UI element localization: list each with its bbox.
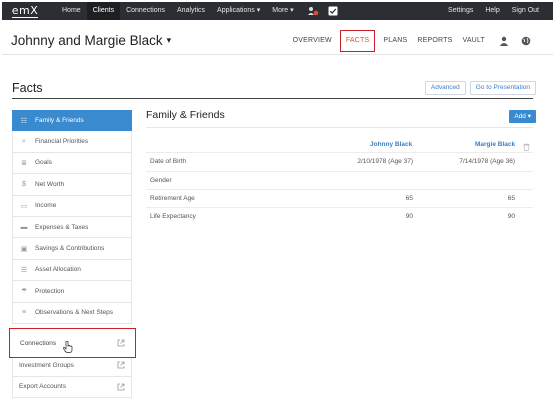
user-menu: Settings Help Sign Out: [442, 2, 553, 20]
globe-icon[interactable]: [518, 33, 534, 49]
external-link-icon: [117, 339, 125, 347]
tab-reports[interactable]: REPORTS: [412, 31, 457, 51]
margie-value[interactable]: 7/14/1978 (Age 36): [459, 158, 515, 165]
sidebar-item-label: Net Worth: [35, 180, 65, 188]
chevron-down-icon: ▾: [166, 35, 172, 45]
section-title: Family & Friends: [146, 109, 225, 121]
main-menu: Home Clients Connections Analytics Appli…: [56, 2, 340, 20]
checkbox-icon[interactable]: [326, 4, 340, 18]
external-link-icon: [117, 361, 125, 369]
sidebar-item-savings-contributions[interactable]: ▣ Savings & Contributions: [12, 238, 132, 260]
sidebar-item-label: Protection: [35, 287, 65, 295]
table-row: Gender: [146, 171, 533, 189]
search-icon: ⌕: [22, 137, 26, 145]
tab-overview[interactable]: OVERVIEW: [288, 31, 337, 51]
tab-vault[interactable]: VAULT: [457, 31, 490, 51]
row-label: Retirement Age: [150, 195, 195, 202]
client-subnav: OVERVIEW FACTS PLANS REPORTS VAULT: [288, 30, 534, 52]
sidebar-item-label: Expenses & Taxes: [35, 223, 89, 231]
external-link-icon: [117, 383, 125, 391]
top-navbar: emX Home Clients Connections Analytics A…: [2, 2, 553, 20]
row-label: Gender: [150, 177, 172, 184]
nav-help[interactable]: Help: [479, 2, 505, 20]
savings-icon: ▣: [20, 245, 28, 253]
card-icon: ▬: [20, 223, 28, 231]
sidebar-link-investment-groups[interactable]: Investment Groups: [12, 355, 132, 377]
sidebar-item-label: Family & Friends: [35, 117, 84, 125]
sidebar-item-label: Asset Allocation: [35, 266, 81, 274]
nav-home[interactable]: Home: [56, 2, 87, 20]
row-label: Date of Birth: [150, 158, 187, 165]
table-row: Date of Birth 2/10/1978 (Age 37) 7/14/19…: [146, 152, 533, 170]
umbrella-icon: ☂: [20, 288, 28, 296]
emx-logo[interactable]: emX: [6, 2, 44, 20]
facts-actions: Advanced Go to Presentation: [424, 81, 536, 95]
sidebar-item-label: Income: [35, 202, 57, 210]
sidebar-item-financial-priorities[interactable]: ⌕ Financial Priorities: [12, 131, 132, 153]
sidebar-item-income[interactable]: ▭ Income: [12, 195, 132, 217]
tab-plans[interactable]: PLANS: [378, 31, 412, 51]
sidebar-item-label: Goals: [35, 159, 52, 167]
sidebar-link-export-accounts[interactable]: Export Accounts: [12, 376, 132, 399]
page-title: Facts: [12, 81, 43, 95]
table-row: Life Expectancy 90 90: [146, 207, 533, 225]
sidebar-item-asset-allocation[interactable]: ☰ Asset Allocation: [12, 259, 132, 282]
notifications-icon[interactable]: [306, 4, 320, 18]
client-name: Johnny and Margie Black: [11, 33, 163, 48]
go-to-presentation-button[interactable]: Go to Presentation: [469, 81, 536, 95]
margie-value[interactable]: 90: [508, 213, 515, 220]
sidebar-item-label: Observations & Next Steps: [35, 309, 114, 317]
sidebar-item-protection[interactable]: ☂ Protection: [12, 281, 132, 303]
column-header-margie[interactable]: Margie Black: [475, 141, 515, 148]
sidebar-item-observations[interactable]: ≡ Observations & Next Steps: [12, 302, 132, 324]
nav-clients[interactable]: Clients: [86, 2, 121, 20]
sidebar-item-label: Export Accounts: [19, 383, 66, 391]
tab-facts[interactable]: FACTS: [339, 30, 376, 52]
johnny-value[interactable]: 90: [406, 213, 413, 220]
margie-value[interactable]: 65: [508, 195, 515, 202]
table-row: Retirement Age 65 65: [146, 189, 533, 207]
nav-settings[interactable]: Settings: [442, 2, 479, 20]
johnny-value[interactable]: 65: [406, 195, 413, 202]
nav-connections[interactable]: Connections: [120, 2, 171, 20]
sidebar-item-family-friends[interactable]: ☷ Family & Friends: [12, 110, 132, 132]
list-icon: ≣: [21, 159, 27, 167]
title-divider: [12, 98, 533, 99]
header-divider: [2, 54, 553, 55]
nav-applications[interactable]: Applications ▾: [211, 2, 266, 20]
sidebar-item-label: Savings & Contributions: [35, 245, 105, 253]
sidebar-item-expenses-taxes[interactable]: ▬ Expenses & Taxes: [12, 216, 132, 239]
sidebar-item-goals[interactable]: ≣ Goals: [12, 152, 132, 175]
sidebar-item-net-worth[interactable]: $ Net Worth: [12, 174, 132, 196]
add-button[interactable]: Add ▾: [509, 110, 536, 123]
row-label: Life Expectancy: [150, 213, 196, 220]
nav-sign-out[interactable]: Sign Out: [506, 2, 545, 20]
client-name-dropdown[interactable]: Johnny and Margie Black ▾: [11, 33, 171, 48]
johnny-value[interactable]: 2/10/1978 (Age 37): [357, 158, 413, 165]
advanced-button[interactable]: Advanced: [424, 81, 466, 95]
people-icon: ☷: [20, 117, 28, 125]
sidebar-item-label: Connections: [20, 340, 57, 347]
cash-icon: ▭: [20, 202, 28, 210]
allocation-icon: ☰: [20, 266, 28, 274]
trash-icon[interactable]: [523, 143, 530, 151]
sidebar-item-label: Financial Priorities: [35, 138, 89, 146]
notes-icon: ≡: [21, 309, 27, 317]
dollar-icon: $: [22, 180, 26, 188]
hand-cursor-icon: [63, 341, 73, 353]
section-divider: [146, 127, 533, 128]
nav-analytics[interactable]: Analytics: [171, 2, 211, 20]
sidebar-item-label: Investment Groups: [19, 361, 74, 369]
user-icon[interactable]: [496, 33, 512, 49]
nav-more[interactable]: More ▾: [266, 2, 299, 20]
column-header-johnny[interactable]: Johnny Black: [370, 141, 412, 148]
